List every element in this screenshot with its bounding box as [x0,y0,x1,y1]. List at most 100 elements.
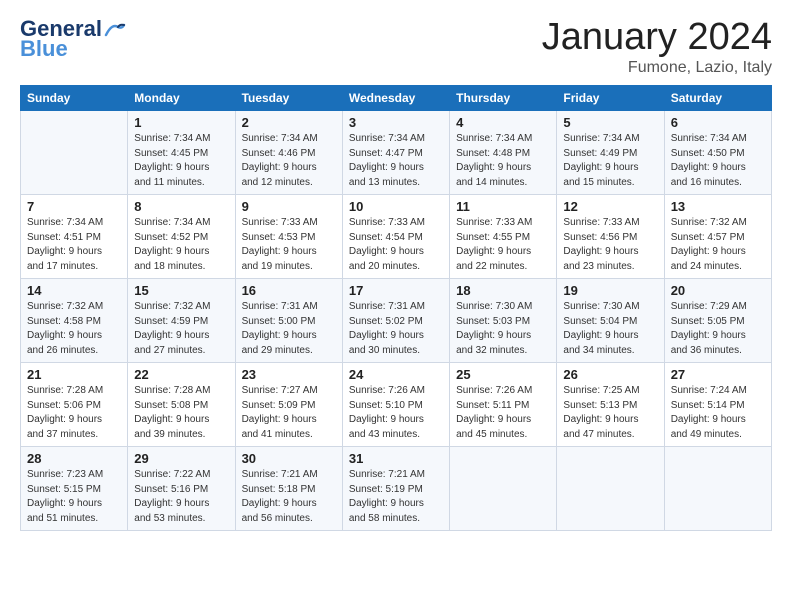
calendar-table: Sunday Monday Tuesday Wednesday Thursday… [20,85,772,531]
calendar-week-4: 21 Sunrise: 7:28 AMSunset: 5:06 PMDayligh… [21,363,772,447]
logo-block: General Blue [20,16,126,62]
calendar-cell: 17 Sunrise: 7:31 AMSunset: 5:02 PMDayligh… [342,279,449,363]
day-info: Sunrise: 7:23 AMSunset: 5:15 PMDaylight:… [27,468,121,526]
col-saturday: Saturday [664,86,771,111]
day-number: 16 [242,283,336,298]
col-tuesday: Tuesday [235,86,342,111]
day-info: Sunrise: 7:28 AMSunset: 5:06 PMDaylight:… [27,384,121,442]
title-block: January 2024 Fumone, Lazio, Italy [542,16,772,77]
calendar-body: 1 Sunrise: 7:34 AMSunset: 4:45 PMDaylight… [21,111,772,531]
calendar-cell: 29 Sunrise: 7:22 AMSunset: 5:16 PMDayligh… [128,447,235,531]
day-number: 24 [349,367,443,382]
day-info: Sunrise: 7:31 AMSunset: 5:02 PMDaylight:… [349,300,443,358]
calendar-cell: 24 Sunrise: 7:26 AMSunset: 5:10 PMDayligh… [342,363,449,447]
day-number: 30 [242,451,336,466]
calendar-cell: 2Sunrise: 7:34 AMSunset: 4:46 PMDaylight… [235,111,342,195]
day-number: 19 [563,283,657,298]
calendar-cell [664,447,771,531]
day-info: Sunrise: 7:32 AMSunset: 4:58 PMDaylight:… [27,300,121,358]
day-info: Sunrise: 7:21 AMSunset: 5:18 PMDaylight:… [242,468,336,526]
day-info: Sunrise: 7:30 AMSunset: 5:04 PMDaylight:… [563,300,657,358]
calendar-cell [21,111,128,195]
day-number: 18 [456,283,550,298]
calendar-cell: 21 Sunrise: 7:28 AMSunset: 5:06 PMDayligh… [21,363,128,447]
day-number: 5 [563,115,657,130]
day-number: 10 [349,199,443,214]
day-number: 27 [671,367,765,382]
day-info: Sunrise: 7:33 AMSunset: 4:56 PMDaylight:… [563,216,657,274]
calendar-cell: 19 Sunrise: 7:30 AMSunset: 5:04 PMDayligh… [557,279,664,363]
calendar-cell: 9 Sunrise: 7:33 AMSunset: 4:53 PMDaylight… [235,195,342,279]
day-number: 4 [456,115,550,130]
calendar-cell [450,447,557,531]
day-number: 15 [134,283,228,298]
calendar-cell: 7 Sunrise: 7:34 AMSunset: 4:51 PMDaylight… [21,195,128,279]
day-info: Sunrise: 7:30 AMSunset: 5:03 PMDaylight:… [456,300,550,358]
day-info: Sunrise: 7:32 AMSunset: 4:59 PMDaylight:… [134,300,228,358]
location-subtitle: Fumone, Lazio, Italy [542,59,772,77]
logo: General Blue [20,16,126,62]
calendar-cell: 10Sunrise: 7:33 AMSunset: 4:54 PMDayligh… [342,195,449,279]
calendar-cell: 28 Sunrise: 7:23 AMSunset: 5:15 PMDayligh… [21,447,128,531]
day-number: 29 [134,451,228,466]
calendar-cell: 22 Sunrise: 7:28 AMSunset: 5:08 PMDayligh… [128,363,235,447]
calendar-cell: 18 Sunrise: 7:30 AMSunset: 5:03 PMDayligh… [450,279,557,363]
day-number: 11 [456,199,550,214]
day-number: 12 [563,199,657,214]
day-number: 1 [134,115,228,130]
day-info: Sunrise: 7:22 AMSunset: 5:16 PMDaylight:… [134,468,228,526]
day-info: Sunrise: 7:34 AMSunset: 4:51 PMDaylight:… [27,216,121,274]
day-info: Sunrise: 7:25 AMSunset: 5:13 PMDaylight:… [563,384,657,442]
calendar-cell: 26 Sunrise: 7:25 AMSunset: 5:13 PMDayligh… [557,363,664,447]
day-number: 26 [563,367,657,382]
col-friday: Friday [557,86,664,111]
calendar-cell: 25 Sunrise: 7:26 AMSunset: 5:11 PMDayligh… [450,363,557,447]
day-info: Sunrise: 7:31 AMSunset: 5:00 PMDaylight:… [242,300,336,358]
month-title: January 2024 [542,16,772,59]
calendar-cell: 13Sunrise: 7:32 AMSunset: 4:57 PMDayligh… [664,195,771,279]
calendar-cell: 14 Sunrise: 7:32 AMSunset: 4:58 PMDayligh… [21,279,128,363]
col-sunday: Sunday [21,86,128,111]
calendar-week-1: 1 Sunrise: 7:34 AMSunset: 4:45 PMDaylight… [21,111,772,195]
day-info: Sunrise: 7:34 AMSunset: 4:52 PMDaylight:… [134,216,228,274]
day-info: Sunrise: 7:26 AMSunset: 5:11 PMDaylight:… [456,384,550,442]
day-number: 20 [671,283,765,298]
day-number: 31 [349,451,443,466]
day-info: Sunrise: 7:33 AMSunset: 4:53 PMDaylight:… [242,216,336,274]
calendar-cell: 30 Sunrise: 7:21 AMSunset: 5:18 PMDayligh… [235,447,342,531]
day-info: Sunrise: 7:26 AMSunset: 5:10 PMDaylight:… [349,384,443,442]
calendar-cell: 6Sunrise: 7:34 AMSunset: 4:50 PMDaylight… [664,111,771,195]
day-number: 2 [242,115,336,130]
day-number: 14 [27,283,121,298]
day-number: 3 [349,115,443,130]
col-monday: Monday [128,86,235,111]
day-number: 9 [242,199,336,214]
col-wednesday: Wednesday [342,86,449,111]
calendar-cell: 15 Sunrise: 7:32 AMSunset: 4:59 PMDayligh… [128,279,235,363]
day-number: 25 [456,367,550,382]
header-row: Sunday Monday Tuesday Wednesday Thursday… [21,86,772,111]
calendar-week-5: 28 Sunrise: 7:23 AMSunset: 5:15 PMDayligh… [21,447,772,531]
day-info: Sunrise: 7:28 AMSunset: 5:08 PMDaylight:… [134,384,228,442]
day-number: 22 [134,367,228,382]
day-info: Sunrise: 7:34 AMSunset: 4:48 PMDaylight:… [456,132,550,190]
calendar-cell: 31Sunrise: 7:21 AMSunset: 5:19 PMDayligh… [342,447,449,531]
day-info: Sunrise: 7:32 AMSunset: 4:57 PMDaylight:… [671,216,765,274]
day-number: 21 [27,367,121,382]
day-number: 28 [27,451,121,466]
calendar-cell: 4 Sunrise: 7:34 AMSunset: 4:48 PMDaylight… [450,111,557,195]
calendar-cell: 27Sunrise: 7:24 AMSunset: 5:14 PMDayligh… [664,363,771,447]
day-number: 17 [349,283,443,298]
day-info: Sunrise: 7:34 AMSunset: 4:49 PMDaylight:… [563,132,657,190]
calendar-cell: 23Sunrise: 7:27 AMSunset: 5:09 PMDayligh… [235,363,342,447]
day-info: Sunrise: 7:34 AMSunset: 4:47 PMDaylight:… [349,132,443,190]
calendar-cell: 16 Sunrise: 7:31 AMSunset: 5:00 PMDayligh… [235,279,342,363]
header: General Blue January 2024 Fumone, Lazio,… [20,16,772,77]
calendar-cell: 5 Sunrise: 7:34 AMSunset: 4:49 PMDaylight… [557,111,664,195]
calendar-cell: 11Sunrise: 7:33 AMSunset: 4:55 PMDayligh… [450,195,557,279]
day-info: Sunrise: 7:34 AMSunset: 4:50 PMDaylight:… [671,132,765,190]
day-number: 7 [27,199,121,214]
calendar-cell [557,447,664,531]
day-info: Sunrise: 7:34 AMSunset: 4:45 PMDaylight:… [134,132,228,190]
day-number: 8 [134,199,228,214]
